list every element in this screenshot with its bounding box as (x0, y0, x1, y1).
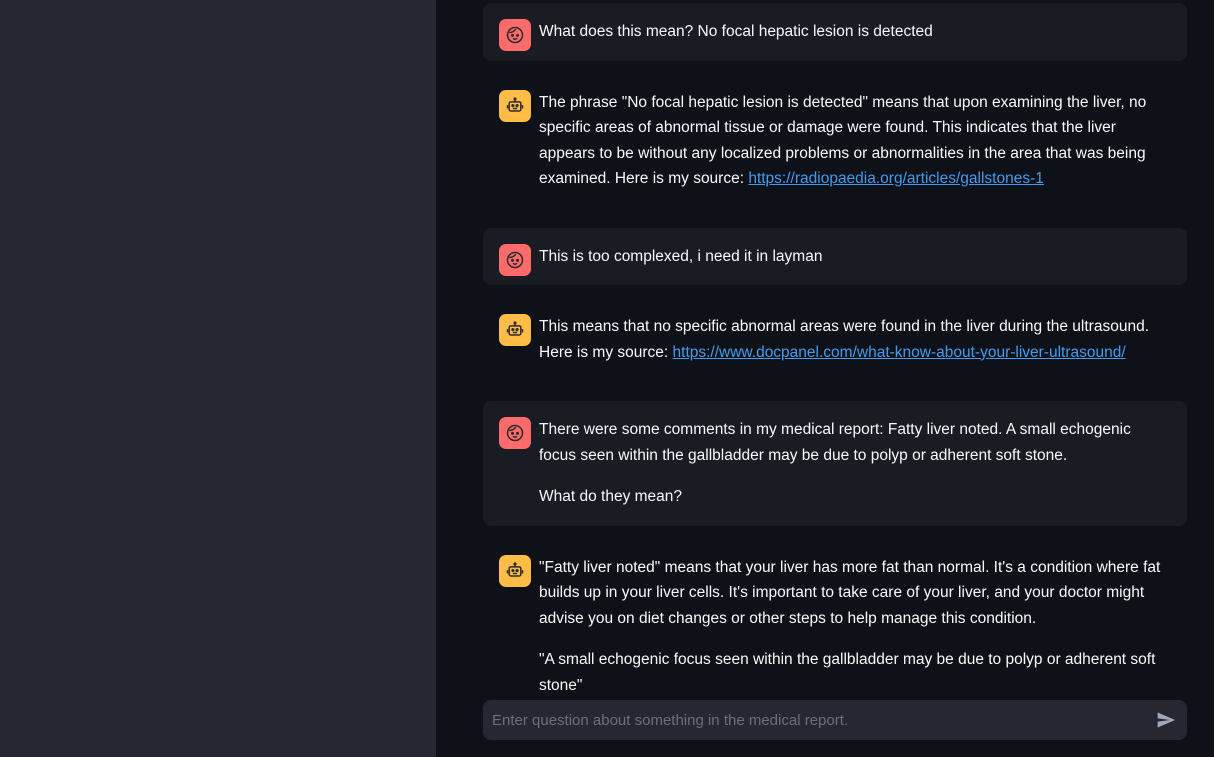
chat-history: What does this mean? No focal hepatic le… (483, 3, 1187, 714)
source-link[interactable]: https://www.docpanel.com/what-know-about… (673, 344, 1126, 361)
message-text: There were some comments in my medical r… (539, 421, 1131, 464)
chat-message-assistant: This means that no specific abnormal are… (483, 298, 1187, 381)
message-text: "Fatty liver noted" means that your live… (539, 558, 1161, 627)
main-panel: What does this mean? No focal hepatic le… (436, 0, 1214, 757)
robot-icon (499, 89, 531, 122)
send-button[interactable] (1154, 708, 1178, 732)
face-icon (499, 19, 531, 51)
message-text: What do they mean? (539, 488, 683, 505)
chat-message-user: There were some comments in my medical r… (483, 401, 1187, 526)
chat-message-assistant: The phrase "No focal hepatic lesion is d… (483, 74, 1187, 208)
message-text: "A small echogenic focus seen within the… (539, 651, 1156, 694)
chat-input[interactable] (483, 700, 1133, 740)
robot-icon (499, 314, 531, 346)
face-icon (499, 243, 531, 276)
face-icon (499, 417, 531, 449)
chat-message-user: What does this mean? No focal hepatic le… (483, 3, 1187, 61)
send-icon (1157, 712, 1176, 728)
chat-message-user: This is too complexed, i need it in laym… (483, 227, 1187, 285)
message-text: This is too complexed, i need it in laym… (539, 247, 823, 265)
message-text: What does this mean? No focal hepatic le… (539, 23, 933, 40)
robot-icon (499, 554, 531, 587)
chat-message-assistant: "Fatty liver noted" means that your live… (483, 539, 1187, 715)
source-link[interactable]: https://radiopaedia.org/articles/gallsto… (748, 170, 1044, 187)
sidebar (0, 0, 436, 757)
chat-input-bar (483, 700, 1187, 740)
